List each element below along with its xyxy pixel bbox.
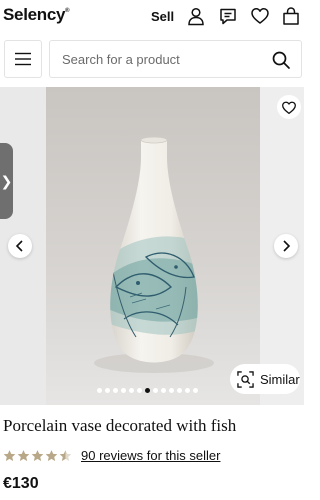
seller-rating: 90 reviews for this seller (3, 447, 220, 463)
favorites-icon[interactable] (250, 6, 270, 26)
pagination-dot[interactable] (193, 388, 198, 393)
search-input[interactable]: Search for a product (49, 40, 302, 78)
star-icon (59, 449, 72, 461)
similar-button[interactable]: Similar (230, 364, 300, 394)
menu-button[interactable] (4, 40, 42, 78)
pagination-dot[interactable] (105, 388, 110, 393)
pagination-dot[interactable] (145, 388, 150, 393)
menu-icon (15, 52, 31, 66)
product-gallery[interactable]: ❯ Similar (0, 87, 304, 405)
pagination-dot[interactable] (137, 388, 142, 393)
next-image-button[interactable] (274, 234, 298, 258)
product-title: Porcelain vase decorated with fish (3, 416, 237, 435)
pagination-dot[interactable] (161, 388, 166, 393)
drawer-chevron-icon: ❯ (0, 172, 13, 189)
add-to-favorites-button[interactable] (277, 95, 301, 119)
star-icon (3, 449, 16, 461)
chevron-right-icon (283, 240, 291, 252)
cart-icon[interactable] (281, 6, 301, 26)
image-pagination-dots[interactable] (97, 388, 198, 394)
product-price: €130 (3, 475, 39, 492)
messages-icon[interactable] (218, 6, 238, 26)
seller-reviews-link[interactable]: 90 reviews for this seller (81, 448, 220, 463)
pagination-dot[interactable] (113, 388, 118, 393)
logo-text: Selency (3, 5, 66, 24)
visual-search-icon (237, 370, 254, 388)
star-icon (45, 449, 58, 461)
pagination-dot[interactable] (177, 388, 182, 393)
account-icon[interactable] (186, 6, 206, 26)
pagination-dot[interactable] (97, 388, 102, 393)
heart-icon (282, 101, 296, 114)
pagination-dot[interactable] (129, 388, 134, 393)
sell-link[interactable]: Sell (151, 9, 174, 24)
star-icon (17, 449, 30, 461)
logo-registered-mark: ® (65, 8, 70, 15)
similar-label: Similar (260, 371, 300, 387)
product-photo[interactable] (46, 87, 260, 405)
chevron-left-icon (15, 240, 23, 252)
pagination-dot[interactable] (169, 388, 174, 393)
previous-image-button[interactable] (8, 234, 32, 258)
pagination-dot[interactable] (185, 388, 190, 393)
search-row: Search for a product (0, 40, 304, 80)
selency-logo[interactable]: Selency® (3, 5, 70, 25)
pagination-dot[interactable] (121, 388, 126, 393)
drawer-toggle[interactable]: ❯ (0, 143, 13, 219)
pagination-dot[interactable] (153, 388, 158, 393)
search-placeholder: Search for a product (62, 52, 180, 67)
star-icon (31, 449, 44, 461)
top-header: Selency® Sell (0, 0, 304, 34)
search-icon[interactable] (271, 50, 291, 70)
rating-stars (3, 449, 72, 462)
